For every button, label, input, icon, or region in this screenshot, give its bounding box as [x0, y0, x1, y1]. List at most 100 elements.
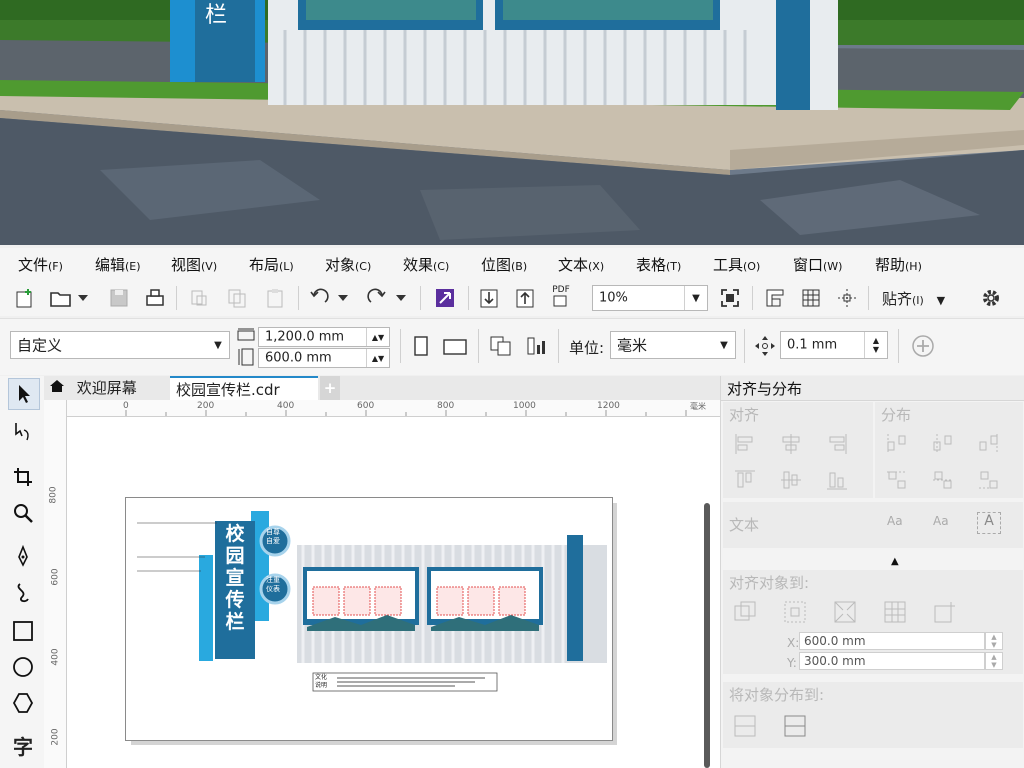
search-content-icon[interactable] [432, 285, 458, 311]
stepper-icon[interactable]: ▲▼ [864, 332, 887, 358]
vertical-ruler[interactable]: 800 600 400 200 [44, 400, 67, 768]
distribute-top-icon[interactable] [885, 468, 909, 492]
publish-pdf-icon[interactable]: PDF [548, 283, 574, 309]
align-bottom-icon[interactable] [825, 468, 849, 492]
tab-document[interactable]: 校园宣传栏.cdr [170, 376, 318, 400]
distribute-to-selection-icon[interactable] [733, 714, 757, 738]
distribute-bottom-icon[interactable] [977, 468, 1001, 492]
align-left-icon[interactable] [733, 432, 757, 456]
page-edge-icon[interactable] [783, 600, 807, 624]
page-width-field[interactable]: 1,200.0 mm ▲▼ [258, 327, 390, 347]
stepper-icon[interactable]: ▲▼ [985, 652, 1003, 670]
horizontal-ruler[interactable]: 0 200 400 600 800 1000 1200 毫米 [66, 400, 720, 417]
options-gear-icon[interactable] [978, 285, 1004, 311]
align-right-icon[interactable] [825, 432, 849, 456]
pick-tool-icon[interactable] [8, 378, 40, 410]
chevron-down-icon[interactable]: ▼ [207, 332, 229, 358]
vertical-scrollbar[interactable] [704, 503, 710, 768]
menu-layout[interactable]: 布局(L) [249, 254, 294, 275]
drawing-canvas[interactable]: 校园宣传栏 自尊 自爱 注重 仪表 文化 说明 [67, 417, 720, 768]
menu-file[interactable]: 文件(F) [18, 254, 63, 275]
ellipse-tool-icon[interactable] [8, 652, 38, 682]
y-coordinate-field[interactable]: 300.0 mm [799, 652, 985, 670]
page-size-preset-combo[interactable]: 自定义 ▼ [10, 331, 230, 359]
open-folder-icon[interactable] [48, 285, 74, 311]
stepper-icon[interactable]: ▲▼ [366, 349, 389, 367]
artwork-billboard[interactable] [125, 497, 611, 739]
distribute-left-icon[interactable] [885, 432, 909, 456]
menu-help[interactable]: 帮助(H) [875, 254, 922, 275]
specified-point-icon[interactable] [933, 600, 957, 624]
artistic-media-tool-icon[interactable] [8, 578, 38, 608]
all-pages-icon[interactable] [488, 333, 514, 359]
nudge-distance-field[interactable]: 0.1 mm ▲ ▼ [780, 331, 888, 359]
undo-icon[interactable] [306, 285, 332, 311]
zoom-level-combo[interactable]: 10% ▼ [592, 285, 708, 311]
new-document-icon[interactable] [12, 285, 38, 311]
export-icon[interactable] [512, 285, 538, 311]
page-width-value: 1,200.0 mm [265, 329, 345, 345]
distribute-right-icon[interactable] [977, 432, 1001, 456]
copy-icon[interactable] [224, 285, 250, 311]
rectangle-tool-icon[interactable] [8, 616, 38, 646]
add-preset-icon[interactable] [910, 333, 936, 359]
cut-icon[interactable] [186, 285, 212, 311]
active-objects-icon[interactable] [733, 600, 757, 624]
menu-text[interactable]: 文本(X) [558, 254, 604, 275]
show-guidelines-icon[interactable] [834, 285, 860, 311]
page-height-field[interactable]: 600.0 mm ▲▼ [258, 348, 390, 368]
stepper-icon[interactable]: ▲▼ [985, 632, 1003, 650]
stepper-icon[interactable]: ▲▼ [366, 328, 389, 346]
menu-window[interactable]: 窗口(W) [793, 254, 842, 275]
text-baseline-icon[interactable]: Aa [887, 514, 903, 528]
portrait-orientation-icon[interactable] [408, 333, 434, 359]
distribute-middle-icon[interactable] [931, 468, 955, 492]
freehand-tool-icon[interactable] [8, 542, 38, 572]
distribute-to-page-icon[interactable] [783, 714, 807, 738]
text-first-line-icon[interactable]: Aa [933, 514, 949, 528]
grid-icon[interactable] [883, 600, 907, 624]
show-rulers-icon[interactable] [762, 285, 788, 311]
zoom-tool-icon[interactable] [8, 498, 38, 528]
print-icon[interactable] [142, 285, 168, 311]
text-bounding-box-icon[interactable]: A [977, 512, 1001, 534]
units-combo[interactable]: 毫米 ▼ [610, 331, 736, 359]
align-top-icon[interactable] [733, 468, 757, 492]
menu-effects[interactable]: 效果(C) [403, 254, 449, 275]
chevron-down-icon[interactable]: ▼ [937, 294, 945, 307]
current-page-icon[interactable] [524, 333, 550, 359]
add-tab-button[interactable]: + [320, 376, 340, 400]
page-center-icon[interactable] [833, 600, 857, 624]
redo-icon[interactable] [364, 285, 390, 311]
shape-tool-icon[interactable] [8, 416, 38, 446]
save-icon[interactable] [106, 285, 132, 311]
collapse-arrow-icon[interactable]: ▲ [891, 556, 899, 567]
open-dropdown-icon[interactable] [76, 285, 90, 311]
menu-table[interactable]: 表格(T) [636, 254, 681, 275]
units-value: 毫米 [617, 336, 648, 355]
menu-edit[interactable]: 编辑(E) [95, 254, 141, 275]
distribute-center-icon[interactable] [931, 432, 955, 456]
polygon-tool-icon[interactable] [8, 688, 38, 718]
redo-dropdown-icon[interactable] [394, 285, 408, 311]
paste-icon[interactable] [262, 285, 288, 311]
tab-welcome-screen[interactable]: 欢迎屏幕 [48, 376, 168, 400]
crop-tool-icon[interactable] [8, 462, 38, 492]
snap-to-dropdown[interactable]: 贴齐(I) ▼ [882, 288, 945, 309]
chevron-down-icon[interactable]: ▼ [684, 286, 707, 310]
billboard-title: 校园宣传栏 [225, 523, 245, 633]
menu-view[interactable]: 视图(V) [171, 254, 217, 275]
landscape-orientation-icon[interactable] [442, 333, 468, 359]
align-center-vertical-icon[interactable] [779, 468, 803, 492]
menu-object[interactable]: 对象(C) [325, 254, 371, 275]
undo-dropdown-icon[interactable] [336, 285, 350, 311]
x-coordinate-field[interactable]: 600.0 mm [799, 632, 985, 650]
full-screen-preview-icon[interactable] [717, 285, 743, 311]
menu-bitmaps[interactable]: 位图(B) [481, 254, 527, 275]
import-icon[interactable] [476, 285, 502, 311]
chevron-down-icon[interactable]: ▼ [713, 332, 735, 358]
show-grid-icon[interactable] [798, 285, 824, 311]
menu-tools[interactable]: 工具(O) [713, 254, 760, 275]
align-center-horizontal-icon[interactable] [779, 432, 803, 456]
text-tool-icon[interactable]: 字 [8, 730, 38, 760]
